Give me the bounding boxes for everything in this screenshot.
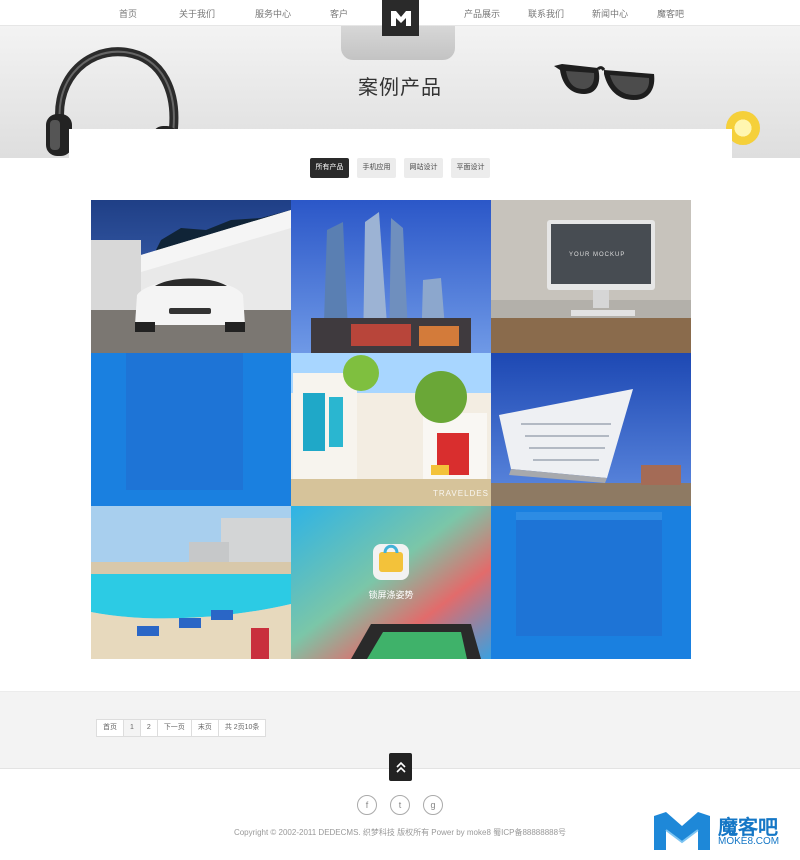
nav-item-about[interactable]: 关于我们: [179, 7, 215, 20]
gallery-item-sports-car[interactable]: [91, 200, 291, 353]
tab-web-design[interactable]: 网站设计: [404, 158, 443, 178]
pager-page-2[interactable]: 2: [141, 720, 158, 736]
gallery-item-mockup[interactable]: YOUR MOCKUP: [491, 200, 691, 353]
nav-item-contact[interactable]: 联系我们: [528, 7, 564, 20]
pager-next[interactable]: 下一页: [158, 720, 192, 736]
pager-last[interactable]: 末页: [192, 720, 219, 736]
gallery-item-skyscrapers[interactable]: [291, 200, 491, 353]
nav-item-mokeba[interactable]: 魔客吧: [657, 7, 684, 20]
google-icon[interactable]: g: [423, 795, 443, 815]
tile-caption: 锁屏涤姿势: [368, 590, 414, 600]
m-logo-icon: [390, 11, 411, 26]
tab-all-products[interactable]: 所有产品: [310, 158, 349, 178]
gallery-item-pool[interactable]: [91, 506, 291, 659]
nav-item-services[interactable]: 服务中心: [255, 7, 291, 20]
pagination: 首页 1 2 下一页 末页 共 2页10条: [96, 719, 267, 737]
pager-page-1[interactable]: 1: [124, 720, 141, 736]
watermark-domain: MOKE8.COM: [718, 836, 780, 847]
tab-mobile-apps[interactable]: 手机应用: [357, 158, 396, 178]
moke8-watermark: 魔客吧 MOKE8.COM: [652, 808, 792, 854]
gallery-item-building[interactable]: [491, 353, 691, 506]
gallery-item-placeholder-2[interactable]: [491, 506, 691, 659]
pager-first[interactable]: 首页: [97, 720, 124, 736]
facebook-icon[interactable]: f: [357, 795, 377, 815]
nav-item-news[interactable]: 新闻中心: [592, 7, 628, 20]
content-card: [69, 129, 732, 158]
page-title: 案例产品: [358, 77, 442, 99]
tile-caption: TRAVELDES: [433, 489, 489, 498]
nav-item-home[interactable]: 首页: [119, 7, 137, 20]
site-logo[interactable]: [382, 0, 419, 36]
tile-caption: YOUR MOCKUP: [569, 252, 626, 258]
product-gallery: YOUR MOCKUP TRAVELDES 锁屏涤姿势: [91, 200, 691, 659]
placeholder-highlight: [516, 512, 662, 520]
pager-summary: 共 2页10条: [224, 724, 260, 731]
back-to-top-button[interactable]: [389, 753, 412, 781]
nav-item-products[interactable]: 产品展示: [464, 7, 500, 20]
gallery-item-lockscreen-app[interactable]: 锁屏涤姿势: [291, 506, 491, 659]
double-chevron-up-icon: [395, 761, 406, 773]
nav-item-clients[interactable]: 客户: [330, 7, 348, 20]
twitter-icon[interactable]: t: [390, 795, 410, 815]
moke8-logo-icon: [654, 812, 710, 850]
gallery-item-street[interactable]: TRAVELDES: [291, 353, 491, 506]
tab-graphic-design[interactable]: 平面设计: [451, 158, 490, 178]
placeholder-panel: [516, 520, 662, 636]
placeholder-panel: [126, 353, 243, 490]
gallery-item-placeholder-1[interactable]: [91, 353, 291, 506]
